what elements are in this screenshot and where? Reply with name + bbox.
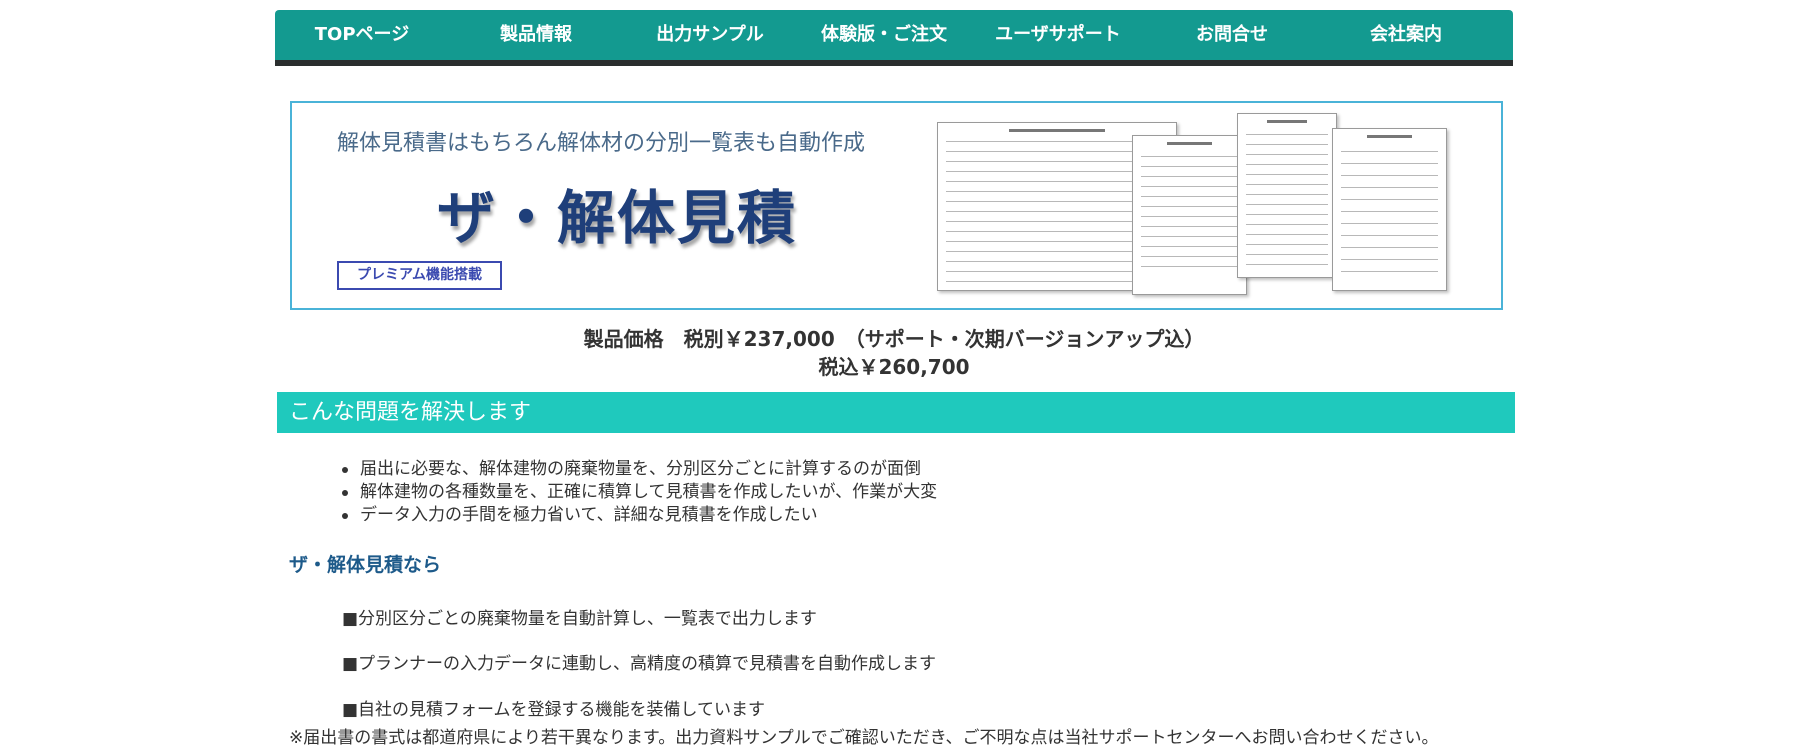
nav-item-company[interactable]: 会社案内: [1319, 11, 1493, 59]
page-container: TOPページ 製品情報 出力サンプル 体験版・ご注文 ユーザサポート お問合せ …: [275, 10, 1515, 748]
price-excl-tax: 製品価格 税別￥237,000 （サポート・次期バージョンアップ込）: [583, 327, 1205, 351]
nav-item-contact[interactable]: お問合せ: [1145, 11, 1319, 59]
list-item: 届出に必要な、解体建物の廃棄物量を、分別区分ごとに計算するのが面倒: [340, 458, 937, 481]
nav-item-user-support[interactable]: ユーザサポート: [971, 11, 1145, 59]
sample-document-form: [1332, 128, 1447, 291]
list-item: 解体建物の各種数量を、正確に積算して見積書を作成したいが、作業が大変: [340, 481, 937, 504]
product-price: 製品価格 税別￥237,000 （サポート・次期バージョンアップ込） 税込￥26…: [275, 325, 1513, 381]
nav-item-trial-order[interactable]: 体験版・ご注文: [797, 11, 971, 59]
problem-list: 届出に必要な、解体建物の廃棄物量を、分別区分ごとに計算するのが面倒 解体建物の各…: [340, 458, 937, 527]
price-incl-tax: 税込￥260,700: [818, 355, 970, 379]
feature-item: ■分別区分ごとの廃棄物量を自動計算し、一覧表で出力します: [342, 609, 817, 629]
banner-tagline: 解体見積書はもちろん解体材の分別一覧表も自動作成: [337, 131, 866, 156]
global-nav: TOPページ 製品情報 出力サンプル 体験版・ご注文 ユーザサポート お問合せ …: [275, 10, 1513, 66]
banner-title: ザ・解体見積: [437, 184, 798, 252]
section-heading: こんな問題を解決します: [277, 392, 1515, 433]
feature-item: ■プランナーの入力データに連動し、高精度の積算で見積書を自動作成します: [342, 654, 937, 674]
feature-item: ■自社の見積フォームを登録する機能を装備しています: [342, 700, 766, 720]
sample-document-report: [1132, 135, 1247, 295]
premium-badge: プレミアム機能搭載: [337, 261, 502, 290]
nav-item-product-info[interactable]: 製品情報: [449, 11, 623, 59]
nav-item-top[interactable]: TOPページ: [275, 11, 449, 59]
product-banner[interactable]: 解体見積書はもちろん解体材の分別一覧表も自動作成 ザ・解体見積 プレミアム機能搭…: [290, 101, 1503, 310]
sample-document-estimate: [1237, 113, 1337, 278]
nav-item-output-sample[interactable]: 出力サンプル: [623, 11, 797, 59]
list-item: データ入力の手間を極力省いて、詳細な見積書を作成したい: [340, 504, 937, 527]
solution-heading: ザ・解体見積なら: [289, 554, 442, 576]
